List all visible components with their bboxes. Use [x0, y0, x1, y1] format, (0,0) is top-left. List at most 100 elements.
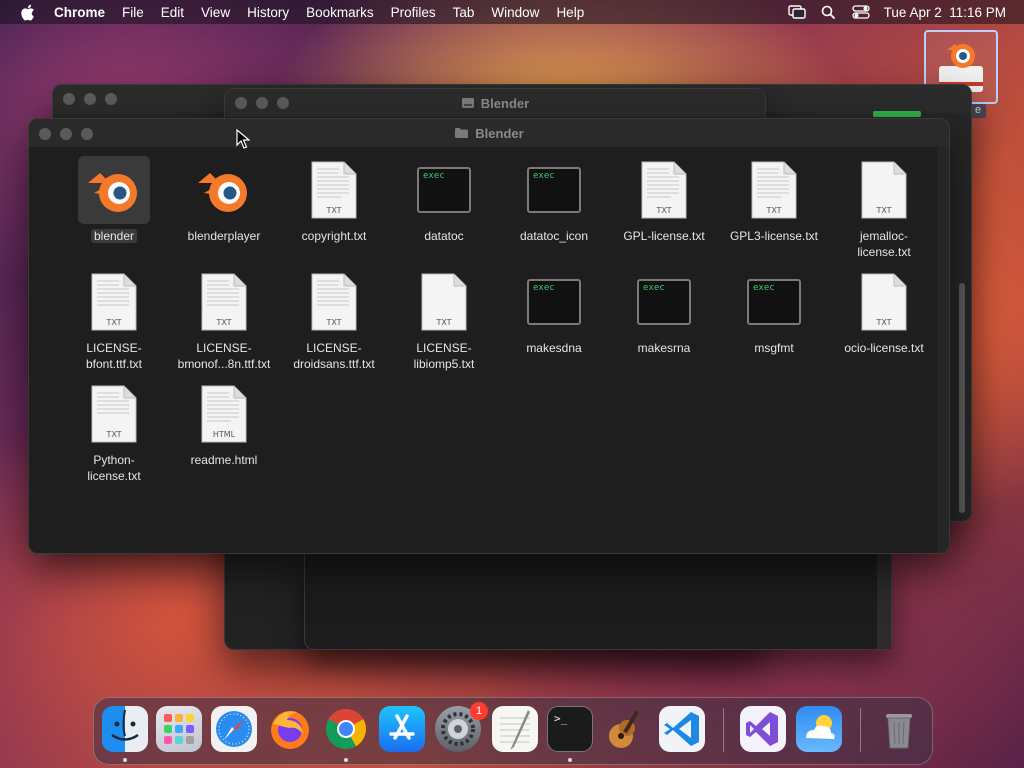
file-name: LICENSE-bfont.ttf.txt	[85, 341, 143, 371]
file-item-msgfmt[interactable]: exec msgfmt	[719, 268, 829, 356]
file-name: msgfmt	[754, 341, 794, 355]
text-document-icon: TXT	[188, 268, 260, 336]
file-item-license-droidsans[interactable]: TXT LICENSE-droidsans.ttf.txt	[279, 268, 389, 372]
svg-text:TXT: TXT	[765, 206, 781, 215]
window-title: Blender	[29, 119, 949, 147]
file-item-makesdna[interactable]: exec makesdna	[499, 268, 609, 356]
svg-text:TXT: TXT	[215, 318, 231, 327]
file-item-blenderplayer[interactable]: blenderplayer	[169, 156, 279, 244]
file-name: LICENSE-libiomp5.txt	[413, 341, 475, 371]
file-item-python-license[interactable]: TXT Python-license.txt	[59, 380, 169, 484]
dock-visual-studio[interactable]	[740, 706, 786, 752]
dock-firefox[interactable]	[267, 706, 313, 752]
dock-app-store[interactable]	[379, 706, 425, 752]
svg-text:HTML: HTML	[213, 430, 236, 439]
window-accent-strip	[873, 111, 921, 117]
scrollbar[interactable]	[959, 283, 965, 513]
apple-menu-icon[interactable]	[18, 3, 36, 21]
file-item-gpl3-license[interactable]: TXT GPL3-license.txt	[719, 156, 829, 244]
dock-textedit[interactable]	[492, 706, 538, 752]
launchpad-icon	[164, 714, 194, 744]
finder-window-front[interactable]: Blender blender blenderplayer TXT copyri…	[28, 118, 950, 554]
svg-text:TXT: TXT	[875, 206, 891, 215]
menu-history[interactable]: History	[247, 5, 289, 20]
file-item-ocio-license[interactable]: TXT ocio-license.txt	[829, 268, 939, 356]
search-icon[interactable]	[820, 4, 838, 20]
menu-tab[interactable]: Tab	[453, 5, 475, 20]
dock-garageband[interactable]	[603, 706, 649, 752]
zoom-button[interactable]	[105, 93, 117, 105]
screen-mirroring-icon[interactable]	[787, 4, 806, 20]
text-document-icon: TXT	[848, 156, 920, 224]
file-name: GPL-license.txt	[623, 229, 705, 243]
finder-icon	[111, 709, 139, 741]
text-document-icon: TXT	[298, 156, 370, 224]
dock-vscode[interactable]	[659, 706, 705, 752]
guitar-icon	[609, 710, 639, 748]
mouse-cursor-icon	[236, 129, 250, 149]
dock-weather[interactable]	[796, 706, 842, 752]
svg-text:TXT: TXT	[325, 206, 341, 215]
svg-text:TXT: TXT	[105, 430, 121, 439]
file-item-datatoc[interactable]: exec datatoc	[389, 156, 499, 244]
file-name: makesdna	[526, 341, 582, 355]
app-menu-chrome[interactable]: Chrome	[54, 5, 105, 20]
scrollbar[interactable]	[937, 147, 949, 553]
vscode-icon	[664, 712, 699, 746]
desktop-icon-label-fragment: e	[970, 104, 986, 118]
svg-text:TXT: TXT	[435, 318, 451, 327]
minimize-button[interactable]	[84, 93, 96, 105]
text-document-icon: TXT	[78, 380, 150, 448]
dock-chrome[interactable]	[323, 706, 369, 752]
text-document-icon: TXT	[628, 156, 700, 224]
textedit-icon	[500, 710, 530, 750]
dock-launchpad[interactable]	[156, 706, 202, 752]
menu-help[interactable]: Help	[556, 5, 584, 20]
dock-safari[interactable]	[211, 706, 257, 752]
file-item-readme[interactable]: HTML readme.html	[169, 380, 279, 468]
executable-icon: exec	[408, 156, 480, 224]
window-titlebar[interactable]: Blender	[29, 119, 949, 147]
file-item-license-libiomp5[interactable]: TXT LICENSE-libiomp5.txt	[389, 268, 499, 372]
file-name: GPL3-license.txt	[729, 229, 819, 243]
executable-icon: exec	[628, 268, 700, 336]
dock-trash[interactable]	[876, 706, 922, 752]
file-item-license-bfont[interactable]: TXT LICENSE-bfont.ttf.txt	[59, 268, 169, 372]
exec-label: exec	[533, 283, 555, 293]
text-document-icon: TXT	[848, 268, 920, 336]
text-document-icon: TXT	[78, 268, 150, 336]
file-item-datatoc-icon[interactable]: exec datatoc_icon	[499, 156, 609, 244]
text-document-icon: TXT	[298, 268, 370, 336]
folder-icon	[455, 128, 469, 138]
control-center-icon[interactable]	[852, 4, 870, 20]
dock: 1 >_	[93, 697, 933, 765]
close-button[interactable]	[63, 93, 75, 105]
finder-window-lower[interactable]	[304, 552, 892, 650]
menu-edit[interactable]: Edit	[161, 5, 184, 20]
menu-clock[interactable]: Tue Apr 2 11:16 PM	[884, 5, 1006, 20]
visual-studio-icon	[746, 712, 778, 746]
html-document-icon: HTML	[188, 380, 260, 448]
file-item-blender[interactable]: blender	[59, 156, 169, 244]
executable-icon: exec	[738, 268, 810, 336]
executable-icon: exec	[518, 268, 590, 336]
file-item-makesrna[interactable]: exec makesrna	[609, 268, 719, 356]
file-name: datatoc	[424, 229, 464, 243]
window-titlebar[interactable]: Blender	[225, 89, 765, 117]
scrollbar-track[interactable]	[877, 553, 891, 649]
blender-app-icon	[78, 156, 150, 224]
menu-profiles[interactable]: Profiles	[391, 5, 436, 20]
file-item-copyright[interactable]: TXT copyright.txt	[279, 156, 389, 244]
file-item-jemalloc-license[interactable]: TXT jemalloc-license.txt	[829, 156, 939, 260]
svg-text:TXT: TXT	[655, 206, 671, 215]
file-name: makesrna	[637, 341, 691, 355]
running-indicator	[568, 758, 572, 762]
menu-window[interactable]: Window	[491, 5, 539, 20]
menu-view[interactable]: View	[201, 5, 230, 20]
menu-bookmarks[interactable]: Bookmarks	[306, 5, 374, 20]
file-item-gpl-license[interactable]: TXT GPL-license.txt	[609, 156, 719, 244]
menu-file[interactable]: File	[122, 5, 144, 20]
dock-finder[interactable]	[102, 706, 148, 752]
file-item-license-bmonofont[interactable]: TXT LICENSE-bmonof...8n.ttf.txt	[169, 268, 279, 372]
dock-terminal[interactable]: >_	[547, 706, 593, 752]
